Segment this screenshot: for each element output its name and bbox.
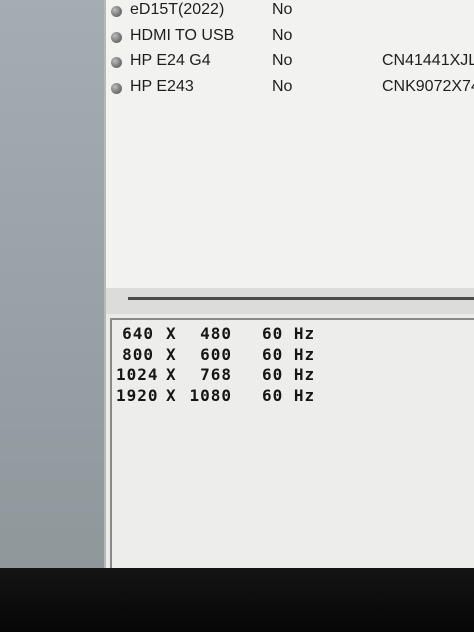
resolution-width: 1024 [116,365,159,384]
resolution-separator: X [166,345,177,364]
pane-splitter[interactable] [106,288,474,314]
splitter-line [128,297,474,300]
resolution-list-pane: 640 X 480 60 Hz 800 X 600 60 Hz 1024 X 7… [110,318,474,574]
device-name: HP E24 G4 [130,52,211,69]
status-dot-icon [111,57,122,68]
device-list-pane: eD15T(2022) No HDMI TO USB No HP E24 G4 … [106,0,474,288]
device-name: eD15T(2022) [130,1,225,18]
monitor-bezel [0,568,474,632]
device-status: No [272,78,293,95]
device-name: HDMI TO USB [130,27,235,44]
resolution-separator: X [166,365,177,384]
device-name: HP E243 [130,78,194,95]
device-serial: CN41441XJL [382,52,474,69]
device-row[interactable]: HDMI TO USB No [106,27,474,53]
resolution-separator: X [166,324,177,343]
device-serial: CNK9072X74 [382,78,474,95]
resolution-row[interactable]: 1024 X 768 60 Hz [112,365,472,385]
resolution-width: 800 [122,345,154,364]
status-dot-icon [111,6,122,17]
refresh-rate: 60 Hz [262,386,316,405]
resolution-width: 640 [122,324,154,343]
status-dot-icon [111,32,122,43]
device-status: No [272,52,293,69]
refresh-rate: 60 Hz [262,365,316,384]
device-row[interactable]: HP E24 G4 No CN41441XJL [106,52,474,78]
status-dot-icon [111,83,122,94]
resolution-height: 768 [200,365,232,384]
resolution-row[interactable]: 800 X 600 60 Hz [112,345,472,365]
device-row[interactable]: HP E243 No CNK9072X74 [106,78,474,104]
resolution-width: 1920 [116,386,159,405]
resolution-height: 600 [200,345,232,364]
resolution-height: 1080 [189,386,232,405]
resolution-height: 480 [200,324,232,343]
device-status: No [272,27,293,44]
refresh-rate: 60 Hz [262,324,316,343]
resolution-separator: X [166,386,177,405]
resolution-row[interactable]: 1920 X 1080 60 Hz [112,386,472,406]
refresh-rate: 60 Hz [262,345,316,364]
device-status: No [272,1,293,18]
display-manager-window: eD15T(2022) No HDMI TO USB No HP E24 G4 … [104,0,474,574]
device-row[interactable]: eD15T(2022) No [106,1,474,27]
desk-background [0,0,108,572]
resolution-row[interactable]: 640 X 480 60 Hz [112,324,472,344]
